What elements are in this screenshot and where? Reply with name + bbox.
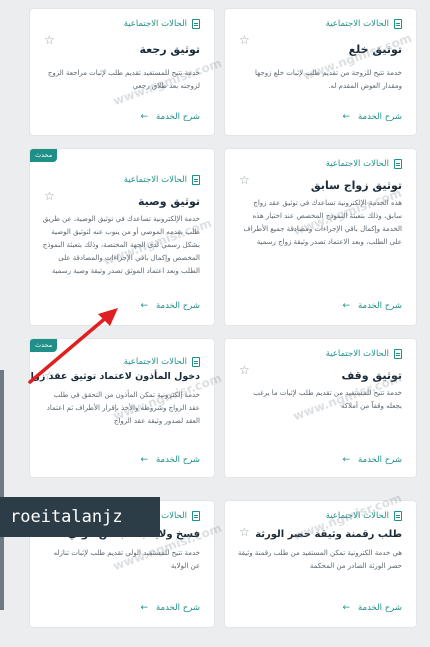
- explain-service-link[interactable]: شرح الخدمة ←: [140, 112, 200, 122]
- document-icon: [192, 175, 200, 185]
- explain-service-link[interactable]: شرح الخدمة ←: [342, 455, 402, 465]
- document-icon: [394, 19, 402, 29]
- service-card[interactable]: الحالات الاجتماعية ☆ توثيق خلع خدمة تتيح…: [224, 8, 417, 136]
- explain-service-link[interactable]: شرح الخدمة ←: [342, 301, 402, 311]
- card-description: خدمة تتيح للمستفيد من تقديم طلب لإثبات م…: [253, 389, 402, 410]
- favorite-star-icon[interactable]: ☆: [239, 33, 250, 47]
- favorite-star-icon[interactable]: ☆: [44, 189, 55, 203]
- document-icon: [192, 511, 200, 521]
- card-category: الحالات الاجتماعية: [326, 511, 402, 521]
- explain-service-link[interactable]: شرح الخدمة ←: [342, 603, 402, 613]
- card-category: الحالات الاجتماعية: [326, 19, 402, 29]
- explain-service-link[interactable]: شرح الخدمة ←: [140, 301, 200, 311]
- service-card[interactable]: محدث الحالات الاجتماعية ☆ دخول المأذون ل…: [29, 338, 215, 478]
- explain-service-link[interactable]: شرح الخدمة ←: [140, 455, 200, 465]
- card-description: خدمة تتيح للمستفيد تقديم طلب لإثبات مراج…: [47, 69, 200, 90]
- scrollbar[interactable]: [0, 370, 4, 610]
- arrow-left-icon: ←: [342, 455, 350, 465]
- card-description: هي خدمة الكترونية تمكن المستفيد من طلب ر…: [237, 549, 402, 570]
- card-title: توثيق خلع: [348, 43, 402, 56]
- card-title: توثيق وصية: [137, 195, 200, 208]
- card-title: توثيق رجعة: [139, 43, 200, 56]
- favorite-star-icon[interactable]: ☆: [239, 363, 250, 377]
- document-icon: [394, 349, 402, 359]
- favorite-star-icon[interactable]: ☆: [239, 173, 250, 187]
- card-description: خدمة تتيح للمستفيد الولي تقديم طلب لإثبا…: [53, 549, 200, 570]
- arrow-left-icon: ←: [140, 112, 148, 122]
- card-title: توثيق وقف: [341, 369, 402, 382]
- overlay-name-tag: roeitalanjz: [0, 497, 160, 537]
- card-category: الحالات الاجتماعية: [124, 175, 200, 185]
- card-category: الحالات الاجتماعية: [326, 159, 402, 169]
- services-grid: الحالات الاجتماعية ☆ توثيق خلع خدمة تتيح…: [0, 0, 430, 647]
- explain-service-link[interactable]: شرح الخدمة ←: [342, 112, 402, 122]
- document-icon: [192, 19, 200, 29]
- arrow-left-icon: ←: [140, 455, 148, 465]
- service-card[interactable]: الحالات الاجتماعية ☆ توثيق زواج سابق هذه…: [224, 148, 417, 326]
- card-category: الحالات الاجتماعية: [124, 19, 200, 29]
- arrow-left-icon: ←: [140, 301, 148, 311]
- arrow-left-icon: ←: [342, 603, 350, 613]
- document-icon: [394, 511, 402, 521]
- card-description: خدمة الإلكترونية تساعدك في توثيق الوصية،…: [42, 215, 200, 275]
- updated-badge: محدث: [30, 339, 58, 352]
- document-icon: [192, 357, 200, 367]
- explain-service-link[interactable]: شرح الخدمة ←: [140, 603, 200, 613]
- document-icon: [394, 159, 402, 169]
- service-card[interactable]: الحالات الاجتماعية ☆ طلب رقمنة وثيقة حصر…: [224, 500, 417, 628]
- favorite-star-icon[interactable]: ☆: [239, 525, 250, 539]
- card-category: الحالات الاجتماعية: [326, 349, 402, 359]
- card-description: خدمة إلكترونية تمكن المأذون من التحقق في…: [46, 391, 200, 425]
- card-description: خدمة تتيح للزوجة من تقديم طلب لإثبات خلع…: [255, 69, 402, 90]
- card-title: توثيق زواج سابق: [310, 179, 402, 192]
- service-card[interactable]: محدث الحالات الاجتماعية ☆ توثيق وصية خدم…: [29, 148, 215, 326]
- arrow-left-icon: ←: [342, 112, 350, 122]
- card-category: الحالات الاجتماعية: [124, 357, 200, 367]
- card-title: دخول المأذون لاعتماد توثيق عقد زواج: [29, 371, 200, 382]
- updated-badge: محدث: [30, 149, 58, 162]
- favorite-star-icon[interactable]: ☆: [44, 33, 55, 47]
- card-description: هذه الخدمة الإلكترونية تساعدك في توثيق ع…: [243, 199, 402, 246]
- card-title: طلب رقمنة وثيقة حصر الورثة: [255, 529, 402, 540]
- service-card[interactable]: الحالات الاجتماعية ☆ توثيق وقف خدمة تتيح…: [224, 338, 417, 478]
- arrow-left-icon: ←: [140, 603, 148, 613]
- arrow-left-icon: ←: [342, 301, 350, 311]
- service-card[interactable]: الحالات الاجتماعية ☆ توثيق رجعة خدمة تتي…: [29, 8, 215, 136]
